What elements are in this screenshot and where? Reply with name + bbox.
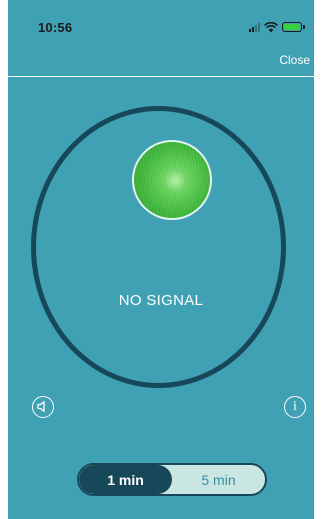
duration-toggle: 1 min 5 min <box>77 463 267 496</box>
app-screen: 10:56 Close NO SIGNAL i 1 min 5 min <box>8 0 314 519</box>
status-bar: 10:56 <box>8 0 314 50</box>
info-icon: i <box>293 399 297 414</box>
header-divider <box>8 76 314 77</box>
status-icons <box>249 20 305 34</box>
duration-option-5-min[interactable]: 5 min <box>172 465 265 494</box>
status-time: 10:56 <box>38 20 73 35</box>
speaker-icon <box>37 401 45 412</box>
wifi-icon <box>264 21 278 32</box>
camera-preview <box>132 140 212 220</box>
sound-toggle-button[interactable] <box>32 396 54 418</box>
signal-status-text: NO SIGNAL <box>118 292 204 309</box>
battery-icon <box>282 22 305 32</box>
info-button[interactable]: i <box>284 396 306 418</box>
close-button[interactable]: Close <box>279 53 310 67</box>
cellular-signal-icon <box>249 22 260 32</box>
duration-option-1-min[interactable]: 1 min <box>79 465 172 494</box>
